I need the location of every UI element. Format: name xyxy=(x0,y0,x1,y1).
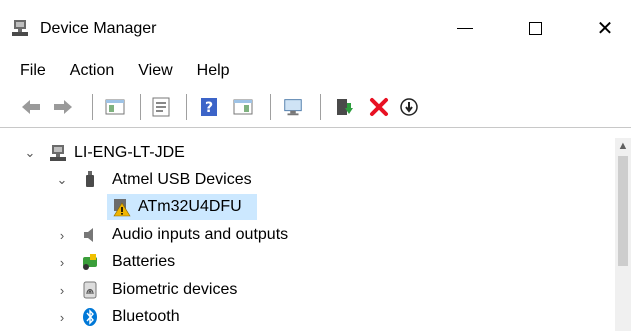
tree-root-label: LI-ENG-LT-JDE xyxy=(74,144,185,161)
battery-icon xyxy=(83,254,97,270)
usb-plug-icon xyxy=(86,171,94,187)
scrollbar-thumb[interactable] xyxy=(618,156,628,266)
chevron-down-icon[interactable]: ⌄ xyxy=(22,144,38,162)
menu-view[interactable]: View xyxy=(138,62,172,80)
scan-hardware-button[interactable] xyxy=(282,96,304,118)
back-arrow-icon xyxy=(22,100,40,114)
uninstall-device-button[interactable] xyxy=(368,96,390,118)
toolbar: ? xyxy=(0,86,631,128)
tree-item-label: Bluetooth xyxy=(112,308,180,325)
window-title: Device Manager xyxy=(40,20,157,37)
tree-root[interactable]: ⌄ LI-ENG-LT-JDE xyxy=(0,140,615,167)
chevron-right-icon[interactable]: › xyxy=(54,281,70,299)
tree-item-atmel-usb-devices[interactable]: ⌄ Atmel USB Devices xyxy=(0,167,615,194)
properties-button[interactable] xyxy=(150,96,172,118)
uninstall-device-icon xyxy=(370,98,388,116)
tree-item-label: Audio inputs and outputs xyxy=(112,226,289,243)
menu-help[interactable]: Help xyxy=(197,62,230,80)
svg-text:?: ? xyxy=(205,100,213,116)
forward-button[interactable] xyxy=(52,96,74,118)
chevron-right-icon[interactable]: › xyxy=(54,226,70,244)
properties-icon xyxy=(152,97,170,117)
tree-item-label: Atmel USB Devices xyxy=(112,171,252,188)
menu-action[interactable]: Action xyxy=(70,62,114,80)
chevron-down-icon[interactable]: ⌄ xyxy=(54,171,70,189)
scan-hardware-icon xyxy=(284,99,302,116)
tree-item-batteries[interactable]: › Batteries xyxy=(0,249,615,276)
fingerprint-icon xyxy=(83,281,97,299)
bluetooth-icon xyxy=(83,308,97,326)
update-driver-icon xyxy=(337,99,353,115)
driver-details-button[interactable] xyxy=(232,96,254,118)
back-button[interactable] xyxy=(20,96,42,118)
disable-device-button[interactable] xyxy=(398,96,420,118)
warning-device-icon xyxy=(113,199,131,217)
maximize-button[interactable] xyxy=(508,0,562,56)
console-tree-icon xyxy=(105,99,125,115)
toolbar-separator xyxy=(270,94,271,120)
toolbar-separator xyxy=(186,94,187,120)
driver-details-icon xyxy=(233,99,253,115)
chevron-right-icon[interactable]: › xyxy=(54,308,70,326)
close-button[interactable]: ✕ xyxy=(578,0,631,56)
toolbar-separator xyxy=(92,94,93,120)
computer-icon xyxy=(50,145,66,161)
help-button[interactable]: ? xyxy=(198,96,220,118)
title-bar: Device Manager ✕ xyxy=(0,0,631,56)
chevron-right-icon[interactable]: › xyxy=(54,253,70,271)
minimize-button[interactable] xyxy=(438,0,492,56)
disable-device-icon xyxy=(400,98,418,116)
vertical-scrollbar[interactable]: ▲ xyxy=(615,138,631,331)
toolbar-separator xyxy=(140,94,141,120)
tree-item-label: Batteries xyxy=(112,253,176,270)
scroll-up-button[interactable]: ▲ xyxy=(615,138,631,154)
toolbar-separator xyxy=(320,94,321,120)
device-tree: ⌄ LI-ENG-LT-JDE ⌄ Atmel USB Devices ATm3… xyxy=(0,138,615,331)
tree-item-atm32u4dfu[interactable]: ATm32U4DFU xyxy=(0,194,615,221)
menu-file[interactable]: File xyxy=(20,62,46,80)
device-manager-app-icon xyxy=(12,20,28,36)
help-icon: ? xyxy=(201,98,217,116)
tree-item-label: Biometric devices xyxy=(112,281,238,298)
tree-item-audio-inputs-and-outputs[interactable]: › Audio inputs and outputs xyxy=(0,222,615,249)
console-tree-button[interactable] xyxy=(104,96,126,118)
menu-bar: File Action View Help xyxy=(0,56,631,86)
tree-item-label: ATm32U4DFU xyxy=(138,198,242,215)
forward-arrow-icon xyxy=(54,100,72,114)
update-driver-button[interactable] xyxy=(334,96,356,118)
tree-item-biometric-devices[interactable]: › Biometric devices xyxy=(0,277,615,304)
tree-item-bluetooth[interactable]: › Bluetooth xyxy=(0,304,615,331)
speaker-icon xyxy=(84,228,93,242)
